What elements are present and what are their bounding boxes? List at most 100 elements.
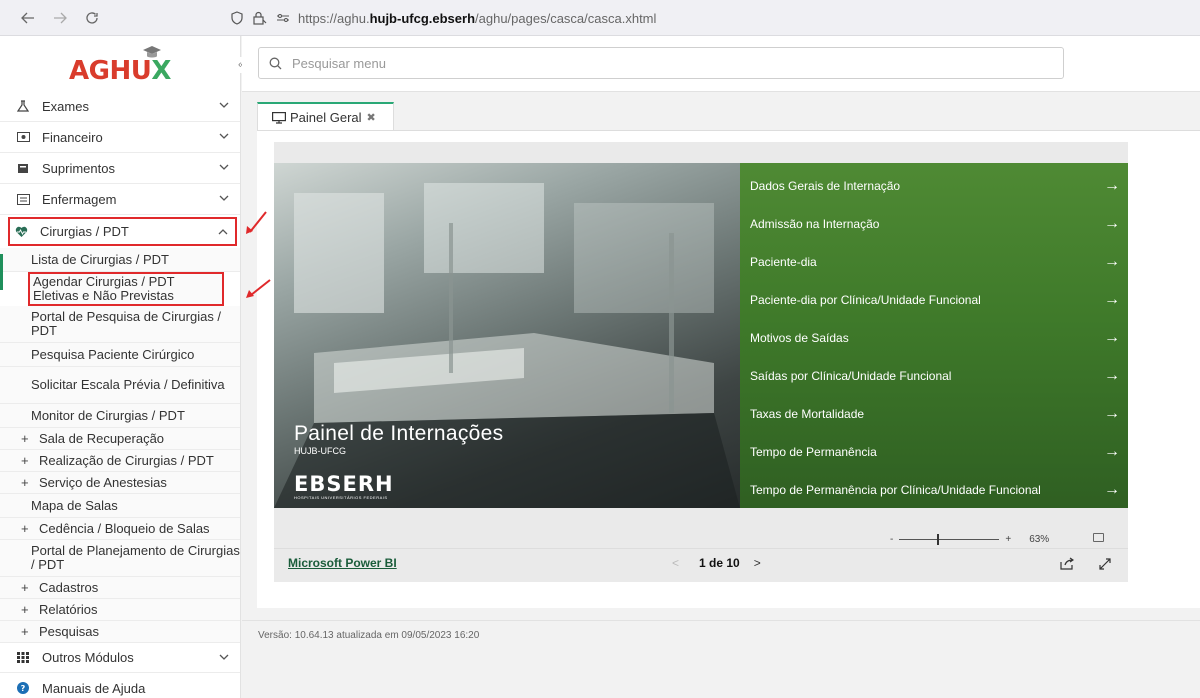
- close-icon[interactable]: ✖: [367, 111, 376, 124]
- zoom-slider-thumb[interactable]: [937, 533, 940, 545]
- sidebar-item-financeiro[interactable]: Financeiro: [0, 122, 240, 153]
- submenu-sala-recuperacao[interactable]: + Sala de Recuperação: [0, 428, 240, 450]
- arrow-right-icon: →: [1104, 481, 1120, 498]
- sidebar-item-cirurgias[interactable]: Cirurgias / PDT: [8, 217, 237, 246]
- sidebar-item-relatorios[interactable]: + Relatórios: [0, 599, 240, 621]
- submenu-cedencia-bloqueio[interactable]: + Cedência / Bloqueio de Salas: [0, 518, 240, 540]
- arrow-right-icon: →: [1104, 253, 1120, 270]
- flask-icon: [16, 99, 30, 113]
- search-input[interactable]: [292, 55, 992, 71]
- address-bar[interactable]: https://aghu.hujb-ufcg.ebserh/aghu/pages…: [230, 6, 656, 30]
- arrow-right-icon: →: [1104, 405, 1120, 422]
- sidebar-item-pesquisas[interactable]: + Pesquisas: [0, 621, 240, 643]
- arrow-right-icon: →: [1104, 329, 1120, 346]
- submenu-mapa-salas[interactable]: Mapa de Salas: [0, 494, 240, 518]
- report-link-paciente-dia[interactable]: Paciente-dia →: [750, 247, 1120, 277]
- help-icon: ?: [16, 681, 30, 695]
- sidebar-item-cadastros[interactable]: + Cadastros: [0, 577, 240, 599]
- ebserh-logo-caption: HOSPITAIS UNIVERSITÁRIOS FEDERAIS: [294, 495, 388, 500]
- plus-icon: +: [21, 521, 29, 536]
- logo-area: AGHUX: [0, 36, 240, 91]
- money-icon: [16, 130, 30, 144]
- sidebar-item-manuais[interactable]: ? Manuais de Ajuda: [0, 673, 240, 698]
- plus-icon: +: [21, 453, 29, 468]
- ebserh-logo: EBSERH: [294, 472, 394, 496]
- submenu-portal-pesquisa[interactable]: Portal de Pesquisa de Cirurgias / PDT: [0, 306, 240, 343]
- page-indicator: 1 de 10: [699, 556, 740, 570]
- powerbi-link[interactable]: Microsoft Power BI: [288, 556, 397, 570]
- search-box[interactable]: [258, 47, 1064, 79]
- plus-icon: +: [21, 431, 29, 446]
- arrow-right-icon: →: [1104, 177, 1120, 194]
- annotation-arrow-icon: [246, 211, 267, 234]
- sidebar-item-suprimentos[interactable]: Suprimentos: [0, 153, 240, 184]
- list-icon: [16, 192, 30, 206]
- plus-icon: +: [21, 580, 29, 595]
- submenu-agendar-cirurgias[interactable]: Agendar Cirurgias / PDT Eletivas e Não P…: [28, 272, 224, 306]
- forward-arrow-icon[interactable]: [46, 4, 74, 32]
- plus-icon: +: [21, 602, 29, 617]
- monitor-icon: [272, 111, 286, 124]
- submenu-solicitar-escala[interactable]: Solicitar Escala Prévia / Definitiva: [0, 367, 240, 404]
- chevron-down-icon[interactable]: [218, 130, 230, 142]
- report-link-paciente-dia-clinica[interactable]: Paciente-dia por Clínica/Unidade Funcion…: [750, 285, 1120, 315]
- submenu-realizacao-cirurgias[interactable]: + Realização de Cirurgias / PDT: [0, 450, 240, 472]
- arrow-right-icon: →: [1104, 215, 1120, 232]
- plus-icon: +: [21, 624, 29, 639]
- previous-page-button[interactable]: <: [672, 556, 679, 570]
- grid-icon: [16, 651, 30, 665]
- report-link-tempo-permanencia-clinica[interactable]: Tempo de Permanência por Clínica/Unidade…: [750, 475, 1120, 505]
- submenu-portal-planejamento[interactable]: Portal de Planejamento de Cirurgias / PD…: [0, 540, 240, 577]
- report-link-motivos-saidas[interactable]: Motivos de Saídas →: [750, 323, 1120, 353]
- zoom-in-button[interactable]: +: [1005, 534, 1011, 545]
- sidebar-item-outros-modulos[interactable]: Outros Módulos: [0, 643, 240, 673]
- report-link-admissao[interactable]: Admissão na Internação →: [750, 209, 1120, 239]
- chevron-down-icon[interactable]: [218, 192, 230, 204]
- browser-toolbar: https://aghu.hujb-ufcg.ebserh/aghu/pages…: [0, 0, 1200, 36]
- next-page-button[interactable]: >: [754, 556, 761, 570]
- chevron-up-icon[interactable]: [217, 226, 229, 238]
- zoom-slider[interactable]: [899, 533, 1000, 545]
- annotation-arrow-icon: [246, 279, 271, 298]
- back-arrow-icon[interactable]: [14, 4, 42, 32]
- aghux-logo[interactable]: AGHUX: [69, 45, 171, 86]
- search-icon: [269, 57, 282, 69]
- report-subtitle: HUJB-UFCG: [294, 446, 346, 456]
- fullscreen-icon[interactable]: [1098, 557, 1112, 571]
- version-footer: Versão: 10.64.13 atualizada em 09/05/202…: [242, 620, 1200, 650]
- zoom-level: 63%: [1029, 533, 1050, 545]
- report-link-tempo-permanencia[interactable]: Tempo de Permanência →: [750, 437, 1120, 467]
- report-link-dados-gerais[interactable]: Dados Gerais de Internação →: [750, 171, 1120, 201]
- sidebar-item-exames[interactable]: Exames: [0, 91, 240, 122]
- submenu-monitor-cirurgias[interactable]: Monitor de Cirurgias / PDT: [0, 404, 240, 428]
- arrow-right-icon: →: [1104, 443, 1120, 460]
- chevron-down-icon[interactable]: [218, 651, 230, 663]
- active-indicator: [0, 254, 3, 290]
- submenu-pesquisa-paciente[interactable]: Pesquisa Paciente Cirúrgico: [0, 343, 240, 367]
- submenu-servico-anestesias[interactable]: + Serviço de Anestesias: [0, 472, 240, 494]
- zoom-control: - + 63%: [890, 532, 1049, 546]
- reload-icon[interactable]: [78, 4, 106, 32]
- zoom-out-button[interactable]: -: [890, 534, 893, 545]
- fit-to-page-icon[interactable]: [1093, 533, 1104, 542]
- plus-icon: +: [21, 475, 29, 490]
- report-navigation-menu: Dados Gerais de Internação → Admissão na …: [740, 163, 1128, 508]
- report-link-taxas-mortalidade[interactable]: Taxas de Mortalidade →: [750, 399, 1120, 429]
- permissions-icon: [277, 14, 289, 22]
- sidebar-item-enfermagem[interactable]: Enfermagem: [0, 184, 240, 215]
- sidebar: AGHUX Exames Financeiro Suprimentos Enfe…: [0, 36, 241, 698]
- chevron-down-icon[interactable]: [218, 161, 230, 173]
- share-icon[interactable]: [1060, 557, 1074, 570]
- report-link-saidas-clinica[interactable]: Saídas por Clínica/Unidade Funcional →: [750, 361, 1120, 391]
- hospital-room-image: [274, 163, 740, 508]
- report-title: Painel de Internações: [294, 422, 504, 445]
- page-navigator: < 1 de 10 >: [672, 556, 761, 570]
- heart-icon: [14, 225, 28, 239]
- tab-painel-geral[interactable]: Painel Geral ✖: [257, 102, 394, 131]
- shield-icon: [231, 11, 243, 25]
- arrow-right-icon: →: [1104, 367, 1120, 384]
- chevron-down-icon[interactable]: [218, 99, 230, 111]
- box-icon: [16, 161, 30, 175]
- url-text: https://aghu.hujb-ufcg.ebserh/aghu/pages…: [298, 10, 657, 26]
- submenu-lista-cirurgias[interactable]: Lista de Cirurgias / PDT: [0, 248, 240, 272]
